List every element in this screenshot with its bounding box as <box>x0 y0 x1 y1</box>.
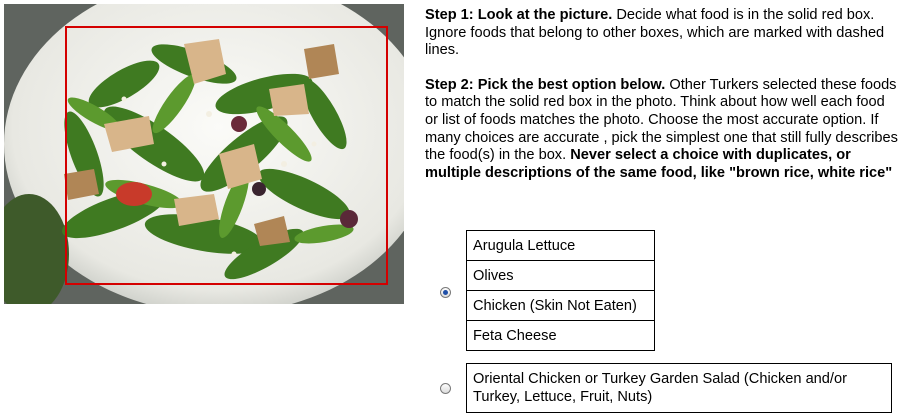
option-1-row: Arugula Lettuce <box>466 230 655 261</box>
option-1-item: Feta Cheese <box>466 320 655 351</box>
option-1-row: Feta Cheese <box>466 320 655 351</box>
food-photo <box>4 4 404 304</box>
step1-paragraph: Step 1: Look at the picture. Decide what… <box>425 7 900 60</box>
option-1-row: Olives <box>466 260 655 291</box>
option-1-table[interactable]: Arugula Lettuce Olives Chicken (Skin Not… <box>466 230 655 351</box>
option-2-text: Oriental Chicken or Turkey Garden Salad … <box>473 371 847 405</box>
option-1-item: Chicken (Skin Not Eaten) <box>466 290 655 321</box>
option-1-item: Olives <box>466 260 655 291</box>
option-1-radio[interactable] <box>440 287 451 298</box>
option-1-row: Chicken (Skin Not Eaten) <box>466 290 655 321</box>
option-2-radio[interactable] <box>440 383 451 394</box>
step1-heading: Step 1: Look at the picture. <box>425 7 613 23</box>
step2-paragraph: Step 2: Pick the best option below. Othe… <box>425 77 900 183</box>
option-2-box[interactable]: Oriental Chicken or Turkey Garden Salad … <box>466 363 892 413</box>
instructions: Step 1: Look at the picture. Decide what… <box>425 7 900 199</box>
step2-heading: Step 2: Pick the best option below. <box>425 76 666 93</box>
target-bounding-box <box>65 26 388 285</box>
option-1-item: Arugula Lettuce <box>466 230 655 261</box>
